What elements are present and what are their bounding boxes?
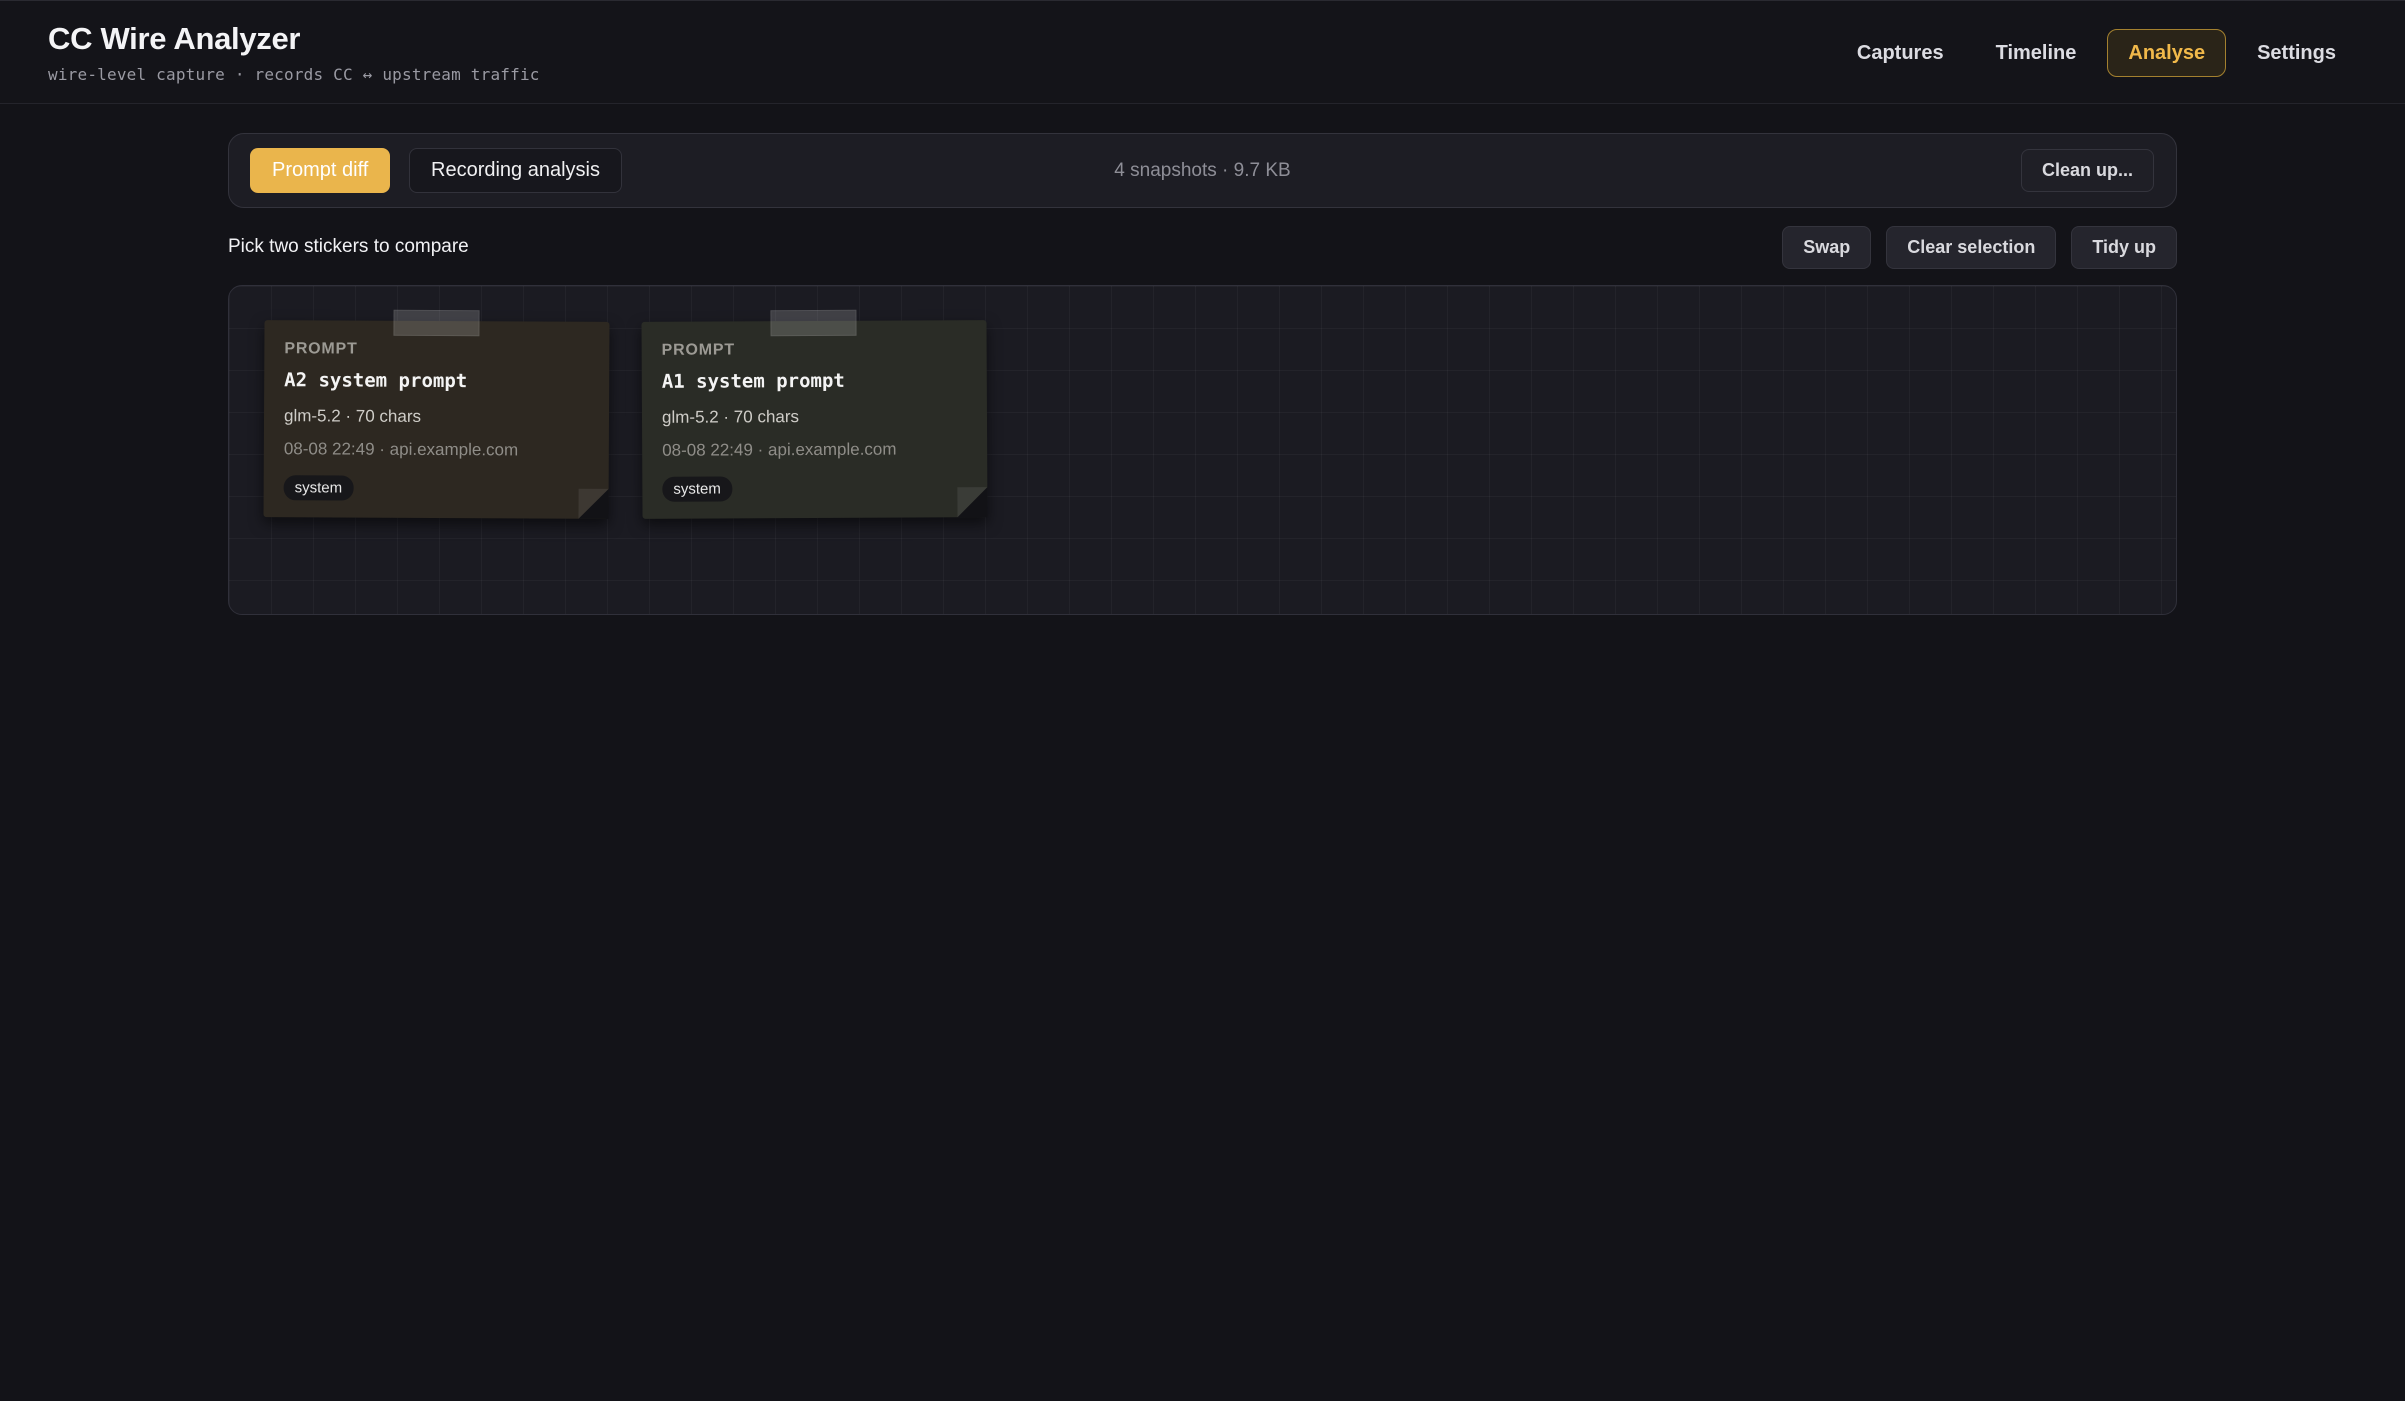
sticker-title: A1 system prompt [661,369,845,393]
main-nav: Captures Timeline Analyse Settings [1836,29,2357,77]
analyse-toolbar: 4 snapshots · 9.7 KB Prompt diff Recordi… [228,133,2177,208]
tidy-up-button[interactable]: Tidy up [2071,226,2177,269]
app-title: CC Wire Analyzer [48,21,301,56]
clear-selection-button[interactable]: Clear selection [1886,226,2057,269]
sticker-meta: glm-5.2 · 70 chars [661,407,800,427]
sticker-kind: PROMPT [661,341,735,359]
clean-up-button[interactable]: Clean up... [2020,149,2154,192]
nav-analyse[interactable]: Analyse [2107,29,2227,77]
sticker-title: A2 system prompt [284,369,468,393]
compare-actions: Swap Clear selection Tidy up [1782,226,2177,269]
sticker-board: PROMPT A2 system prompt glm-5.2 · 70 cha… [228,285,2177,615]
sticker-time: 08-08 22:49 · api.example.com [283,439,519,460]
page-fold-icon [578,488,609,519]
nav-captures[interactable]: Captures [1836,29,1965,77]
sticker-meta: glm-5.2 · 70 chars [283,406,422,426]
page-fold-icon [957,487,988,518]
top-bar: CC Wire Analyzer wire-level capture · re… [0,0,2405,104]
tape-decoration [770,309,857,337]
sticker-card[interactable]: PROMPT A1 system prompt glm-5.2 · 70 cha… [641,309,988,519]
app-subtitle: wire-level capture · records CC ↔ upstre… [48,65,540,84]
sticker-time: 08-08 22:49 · api.example.com [662,439,897,460]
nav-settings[interactable]: Settings [2236,29,2357,77]
swap-button[interactable]: Swap [1782,226,1872,269]
tab-prompt-diff[interactable]: Prompt diff [250,148,391,193]
compare-hint: Pick two stickers to compare [228,236,469,257]
tape-decoration [393,309,480,337]
brand: CC Wire Analyzer wire-level capture · re… [48,21,540,84]
sticker-tag: system [662,476,732,502]
sticker-card[interactable]: PROMPT A2 system prompt glm-5.2 · 70 cha… [263,309,610,519]
tab-recording-analysis[interactable]: Recording analysis [409,148,622,193]
sticker-kind: PROMPT [284,340,358,358]
sticker-tag: system [283,475,354,501]
nav-timeline[interactable]: Timeline [1975,29,2098,77]
